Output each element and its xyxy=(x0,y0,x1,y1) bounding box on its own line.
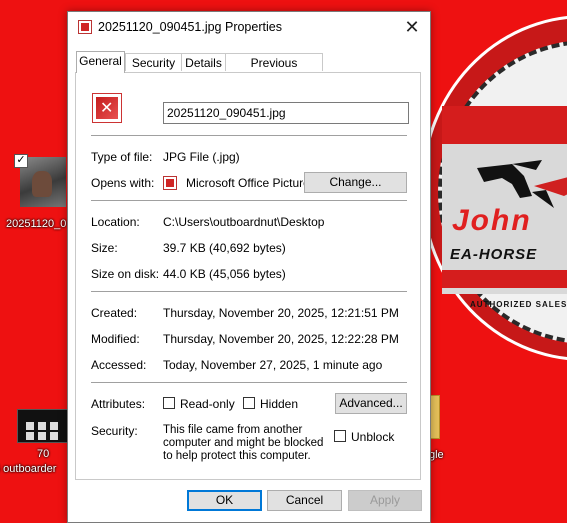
dialog-title: 20251120_090451.jpg Properties xyxy=(98,20,282,34)
ok-button[interactable]: OK xyxy=(187,490,262,511)
picture-file-icon xyxy=(92,93,122,123)
wallpaper-tagline-text: AUTHORIZED SALES & xyxy=(470,300,567,309)
emblem-outer-ring: John EA-HORSE AUTHORIZED SALES & xyxy=(421,15,567,361)
divider xyxy=(91,291,407,292)
video-thumbnail-icon[interactable] xyxy=(17,409,71,443)
desktop-icon-jpg[interactable]: 20251120_0 xyxy=(6,218,66,230)
emblem-inner-circle: John EA-HORSE AUTHORIZED SALES & xyxy=(438,40,567,344)
type-value: JPG File (.jpg) xyxy=(163,150,240,164)
tab-details[interactable]: Details xyxy=(181,53,226,71)
title-bar[interactable]: 20251120_090451.jpg Properties ✕ xyxy=(68,12,430,42)
advanced-button[interactable]: Advanced... xyxy=(335,393,407,414)
apply-button[interactable]: Apply xyxy=(348,490,422,511)
size-on-disk-value: 44.0 KB (45,056 bytes) xyxy=(163,267,286,281)
cancel-button[interactable]: Cancel xyxy=(267,490,342,511)
office-picture-icon xyxy=(163,176,177,190)
size-on-disk-label: Size on disk: xyxy=(91,267,160,281)
created-value: Thursday, November 20, 2025, 12:21:51 PM xyxy=(163,306,399,320)
general-panel: 20251120_090451.jpg Type of file: JPG Fi… xyxy=(75,72,421,480)
size-label: Size: xyxy=(91,241,118,255)
readonly-checkbox[interactable] xyxy=(163,397,175,409)
wallpaper-brand-text: John xyxy=(452,204,532,237)
properties-dialog: 20251120_090451.jpg Properties ✕ General… xyxy=(67,11,431,523)
divider xyxy=(91,200,407,201)
readonly-label: Read-only xyxy=(180,397,235,411)
tab-general[interactable]: General xyxy=(76,51,125,73)
tab-security[interactable]: Security xyxy=(125,53,182,71)
created-label: Created: xyxy=(91,306,138,320)
attributes-label: Attributes: xyxy=(91,397,146,411)
close-button[interactable]: ✕ xyxy=(398,14,426,40)
file-name-field[interactable]: 20251120_090451.jpg xyxy=(163,102,409,124)
desktop-icon-outboarder[interactable]: 6 outboarder xyxy=(0,463,56,475)
modified-label: Modified: xyxy=(91,332,140,346)
picture-file-icon xyxy=(78,20,92,34)
type-label: Type of file: xyxy=(91,150,153,164)
accessed-label: Accessed: xyxy=(91,358,147,372)
desktop-icon-partial[interactable]: gle xyxy=(429,449,444,461)
wallpaper-subtitle-text: EA-HORSE xyxy=(450,246,538,263)
location-label: Location: xyxy=(91,215,140,229)
modified-value: Thursday, November 20, 2025, 12:22:28 PM xyxy=(163,332,399,346)
divider xyxy=(91,382,407,383)
tab-previous-versions[interactable]: Previous Versions xyxy=(225,53,323,88)
opens-with-label: Opens with: xyxy=(91,176,155,190)
location-value: C:\Users\outboardnut\Desktop xyxy=(163,215,325,229)
desktop-icon-label: 6 outboarder xyxy=(0,463,57,475)
selection-checkbox[interactable]: ✓ xyxy=(14,154,28,168)
opens-with-value: Microsoft Office Picture xyxy=(186,176,310,190)
change-button[interactable]: Change... xyxy=(304,172,407,193)
unblock-label: Unblock xyxy=(351,430,395,444)
divider xyxy=(91,135,407,136)
size-value: 39.7 KB (40,692 bytes) xyxy=(163,241,286,255)
security-label: Security: xyxy=(91,424,138,438)
security-message: This file came from another computer and… xyxy=(163,424,324,462)
hidden-label: Hidden xyxy=(260,397,299,411)
accessed-value: Today, November 27, 2025, 1 minute ago xyxy=(163,358,383,372)
desktop-icon-label: 20251120_0 xyxy=(6,218,67,230)
hidden-checkbox[interactable] xyxy=(243,397,255,409)
unblock-checkbox[interactable] xyxy=(334,430,346,442)
desktop-icon-number: 70 xyxy=(37,448,50,460)
